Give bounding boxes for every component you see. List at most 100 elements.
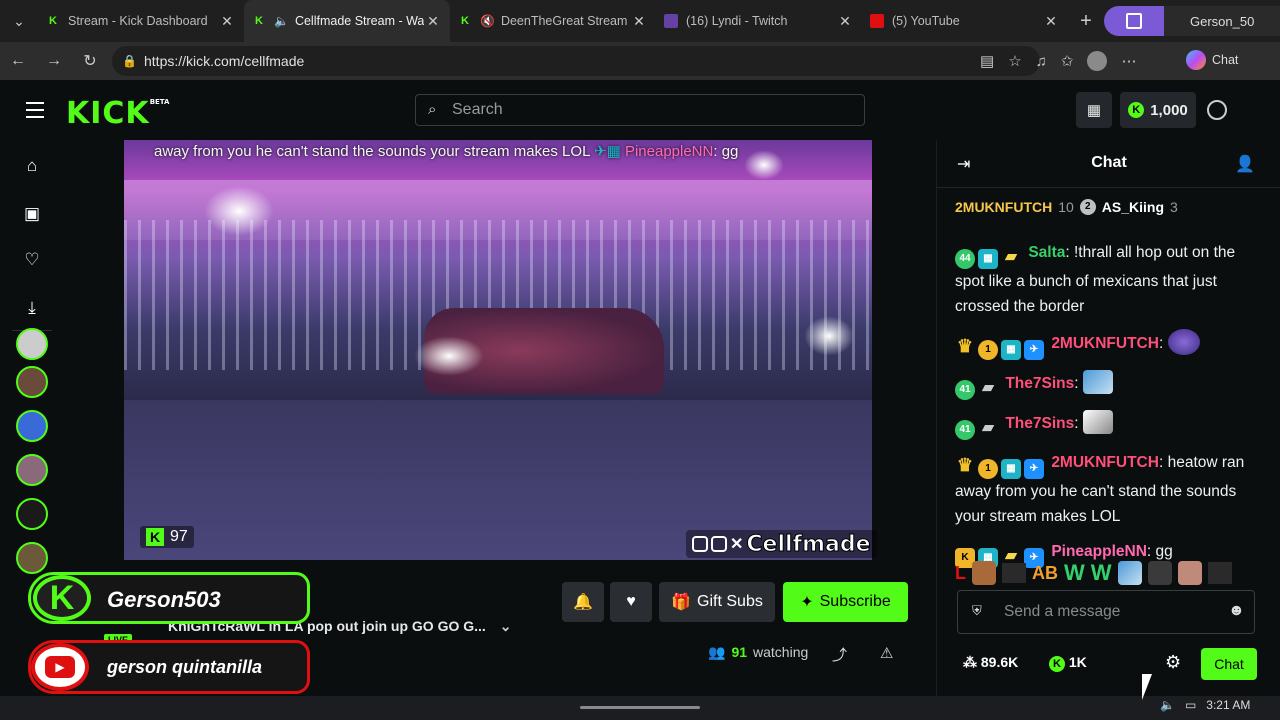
send-chat-label: Chat — [1214, 656, 1244, 672]
emote[interactable] — [1117, 561, 1142, 585]
emote[interactable] — [1207, 562, 1232, 584]
close-icon[interactable]: ✕ — [218, 13, 236, 30]
settings-gear-icon[interactable]: ⚙ — [1165, 652, 1181, 673]
more-icon[interactable]: ⋯ — [1121, 52, 1136, 70]
points-button[interactable]: K 1,000 — [1120, 92, 1196, 128]
forward-arrow-icon[interactable]: → — [36, 52, 72, 70]
refresh-icon[interactable]: ↻ — [72, 51, 108, 71]
chat-username[interactable]: Salta — [1028, 244, 1065, 261]
copilot-chat-button[interactable]: Chat — [1186, 50, 1238, 70]
top-gifters-bar: 2MUKNFUTCH 10 2 AS_Kiing 3 — [937, 188, 1280, 226]
channel-avatar[interactable] — [16, 454, 48, 486]
mouse-cursor-icon — [1142, 674, 1152, 700]
subscribe-button[interactable]: ✦ Subscribe — [783, 582, 908, 622]
gifter-name[interactable]: AS_Kiing — [1102, 199, 1164, 215]
emote-l[interactable]: L — [955, 563, 966, 584]
emote[interactable] — [972, 561, 996, 585]
gift-subs-button[interactable]: 🎁 Gift Subs — [659, 582, 775, 622]
download-icon[interactable]: ⤓ — [20, 296, 44, 320]
x-icon: ✕ — [730, 536, 744, 553]
instagram-icon — [692, 536, 708, 552]
notify-bell-button[interactable]: 🔔 — [562, 582, 604, 622]
tab-youtube[interactable]: (5) YouTube ✕ — [862, 0, 1068, 42]
emote[interactable] — [1002, 563, 1026, 583]
tab-deenthegreat-stream[interactable]: K 🔇 DeenTheGreat Stream ✕ — [450, 0, 656, 42]
url-text: https://kick.com/cellfmade — [144, 53, 305, 69]
profile-name[interactable]: Gerson_50 — [1164, 6, 1280, 36]
channel-points-stat[interactable]: K 1K — [1049, 654, 1087, 672]
speaker-icon[interactable]: 🔈 — [1160, 698, 1175, 712]
kick-icon: K — [146, 528, 164, 546]
subscribe-label: Subscribe — [819, 593, 891, 610]
viewer-count: 97 — [170, 528, 188, 545]
channel-avatar[interactable] — [16, 366, 48, 398]
battery-icon[interactable]: ▭ — [1185, 698, 1196, 712]
emote-w[interactable]: W — [1064, 560, 1085, 586]
vip-badge: ✈ — [1024, 459, 1044, 479]
new-tab-plus-icon[interactable]: + — [1068, 10, 1104, 33]
channel-avatar[interactable] — [16, 542, 48, 574]
user-avatar-button[interactable] — [1204, 92, 1230, 128]
video-frame — [204, 186, 274, 236]
report-warning-icon[interactable]: ⚠ — [880, 644, 893, 662]
video-player[interactable] — [124, 140, 872, 560]
emoji-icon[interactable]: ☻ — [1228, 602, 1245, 620]
twitch-profile-icon[interactable] — [1104, 6, 1164, 36]
heart-icon[interactable]: ♡ — [20, 248, 44, 272]
video-frame — [804, 316, 854, 356]
youtube-icon — [870, 14, 884, 28]
kick-icon: K — [461, 15, 469, 27]
chat-message-input[interactable]: ⛨ Send a message ☻ — [957, 590, 1255, 634]
muted-speaker-icon[interactable]: 🔇 — [480, 14, 495, 28]
url-field[interactable]: 🔒 https://kick.com/cellfmade — [112, 46, 1040, 76]
chat-username[interactable]: The7Sins — [1005, 415, 1074, 432]
back-arrow-icon[interactable]: ← — [0, 52, 36, 70]
profile-avatar-icon[interactable] — [1087, 51, 1108, 71]
clock-time[interactable]: 3:21 AM — [1206, 698, 1250, 712]
chevron-down-icon[interactable]: ⌄ — [500, 618, 512, 634]
close-icon[interactable]: ✕ — [1042, 13, 1060, 30]
gifter-name[interactable]: 2MUKNFUTCH — [955, 199, 1052, 215]
close-icon[interactable]: ✕ — [630, 13, 648, 30]
speaker-icon[interactable]: 🔈 — [274, 14, 289, 28]
home-icon[interactable]: ⌂ — [20, 154, 44, 178]
chat-username[interactable]: The7Sins — [1005, 375, 1074, 392]
channel-avatar[interactable] — [16, 410, 48, 442]
close-icon[interactable]: ✕ — [424, 13, 442, 30]
channel-avatar[interactable] — [16, 328, 48, 360]
emote-w[interactable]: W — [1091, 560, 1112, 586]
follow-heart-button[interactable]: ♥ — [610, 582, 652, 622]
chat-username[interactable]: 2MUKNFUTCH — [1051, 335, 1159, 352]
subscriber-badge: 44 — [955, 249, 975, 269]
channel-avatar[interactable] — [16, 498, 48, 530]
emote[interactable] — [1147, 561, 1172, 585]
rank-two-icon: 2 — [1079, 199, 1096, 215]
favorites-icon[interactable]: ✩ — [1061, 52, 1074, 70]
media-icon[interactable]: ♫ — [1036, 53, 1047, 70]
tab-twitch[interactable]: (16) Lyndi - Twitch ✕ — [656, 0, 862, 42]
chat-users-icon[interactable]: 👤 — [1235, 154, 1255, 174]
kick-logo[interactable]: KICKBETA — [66, 96, 169, 131]
search-icon: ⌕ — [428, 101, 437, 118]
emote[interactable] — [1177, 561, 1202, 585]
tab-cellfmade-stream[interactable]: K 🔈 Cellfmade Stream - Wa ✕ — [244, 0, 450, 42]
dashboard-button[interactable]: ▦ — [1076, 92, 1112, 128]
close-icon[interactable]: ✕ — [836, 13, 854, 30]
chat-message: 41 ▰ The7Sins: — [955, 370, 1267, 400]
chat-messages: 44 ▦ ▰ Salta: !thrall all hop out on the s… — [955, 240, 1267, 578]
gifter-count: 3 — [1170, 199, 1178, 215]
send-chat-button[interactable]: Chat — [1201, 648, 1257, 680]
chat-username[interactable]: 2MUKNFUTCH — [1051, 454, 1159, 471]
menu-hamburger-icon[interactable] — [26, 102, 44, 123]
browse-icon[interactable]: ▣ — [20, 202, 44, 226]
search-input[interactable]: ⌕ Search — [415, 94, 865, 126]
gift-subs-label: Gift Subs — [697, 593, 763, 610]
emote-ab[interactable]: AB — [1032, 563, 1058, 584]
tab-kick-dashboard[interactable]: K Stream - Kick Dashboard ✕ — [38, 0, 244, 42]
star-icon[interactable]: ☆ — [1008, 52, 1021, 70]
reader-mode-icon[interactable]: ▤ — [980, 52, 994, 70]
bell-icon: 🔔 — [573, 594, 593, 611]
chat-message: ♛ 1 ▦ ✈ 2MUKNFUTCH: — [955, 329, 1267, 360]
share-icon[interactable]: ⤴ — [832, 644, 847, 665]
tab-actions-chevron-icon[interactable]: ⌄ — [0, 0, 38, 42]
